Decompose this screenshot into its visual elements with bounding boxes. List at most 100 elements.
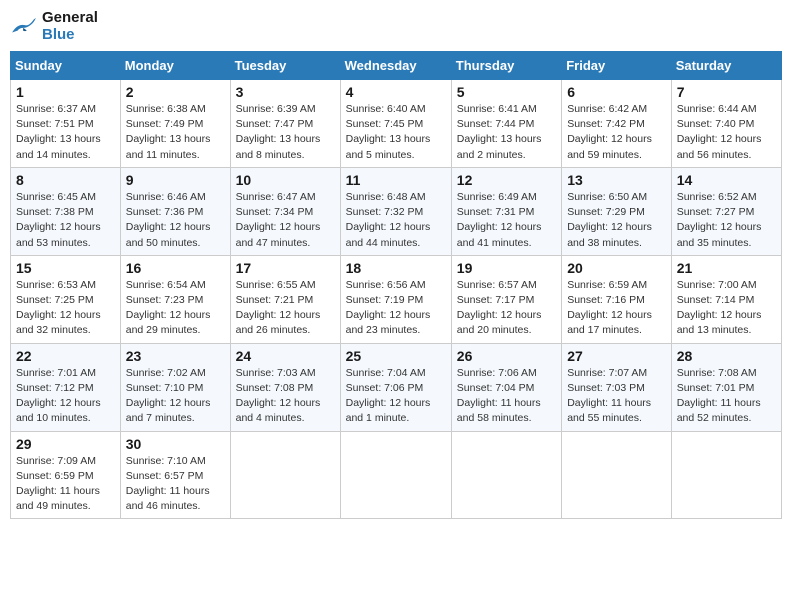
calendar-cell: 11 Sunrise: 6:48 AM Sunset: 7:32 PM Dayl… bbox=[340, 167, 451, 255]
sunset-time: Sunset: 7:19 PM bbox=[346, 294, 424, 306]
sunset-time: Sunset: 7:29 PM bbox=[567, 206, 645, 218]
daylight-hours: Daylight: 12 hours and 38 minutes. bbox=[567, 221, 652, 248]
day-info: Sunrise: 7:02 AM Sunset: 7:10 PM Dayligh… bbox=[126, 366, 225, 427]
daylight-hours: Daylight: 12 hours and 29 minutes. bbox=[126, 309, 211, 336]
calendar-cell: 24 Sunrise: 7:03 AM Sunset: 7:08 PM Dayl… bbox=[230, 343, 340, 431]
daylight-hours: Daylight: 12 hours and 17 minutes. bbox=[567, 309, 652, 336]
page-header: General Blue bbox=[10, 10, 782, 43]
sunset-time: Sunset: 7:27 PM bbox=[677, 206, 755, 218]
day-info: Sunrise: 6:52 AM Sunset: 7:27 PM Dayligh… bbox=[677, 190, 776, 251]
day-number: 26 bbox=[457, 348, 556, 364]
sunset-time: Sunset: 7:23 PM bbox=[126, 294, 204, 306]
sunrise-time: Sunrise: 6:39 AM bbox=[236, 103, 316, 115]
day-number: 17 bbox=[236, 260, 335, 276]
sunrise-time: Sunrise: 6:52 AM bbox=[677, 191, 757, 203]
sunrise-time: Sunrise: 7:09 AM bbox=[16, 455, 96, 467]
daylight-hours: Daylight: 12 hours and 44 minutes. bbox=[346, 221, 431, 248]
daylight-hours: Daylight: 11 hours and 55 minutes. bbox=[567, 397, 651, 424]
day-info: Sunrise: 6:48 AM Sunset: 7:32 PM Dayligh… bbox=[346, 190, 446, 251]
calendar-cell bbox=[562, 431, 672, 519]
calendar-cell: 19 Sunrise: 6:57 AM Sunset: 7:17 PM Dayl… bbox=[451, 255, 561, 343]
sunrise-time: Sunrise: 6:57 AM bbox=[457, 279, 537, 291]
day-info: Sunrise: 7:10 AM Sunset: 6:57 PM Dayligh… bbox=[126, 454, 225, 515]
day-info: Sunrise: 6:37 AM Sunset: 7:51 PM Dayligh… bbox=[16, 102, 115, 163]
sunrise-time: Sunrise: 6:42 AM bbox=[567, 103, 647, 115]
day-info: Sunrise: 7:07 AM Sunset: 7:03 PM Dayligh… bbox=[567, 366, 666, 427]
day-info: Sunrise: 7:06 AM Sunset: 7:04 PM Dayligh… bbox=[457, 366, 556, 427]
daylight-hours: Daylight: 12 hours and 26 minutes. bbox=[236, 309, 321, 336]
day-number: 2 bbox=[126, 84, 225, 100]
sunrise-time: Sunrise: 6:44 AM bbox=[677, 103, 757, 115]
day-info: Sunrise: 7:03 AM Sunset: 7:08 PM Dayligh… bbox=[236, 366, 335, 427]
calendar-table: SundayMondayTuesdayWednesdayThursdayFrid… bbox=[10, 51, 782, 519]
day-info: Sunrise: 7:09 AM Sunset: 6:59 PM Dayligh… bbox=[16, 454, 115, 515]
calendar-week-3: 15 Sunrise: 6:53 AM Sunset: 7:25 PM Dayl… bbox=[11, 255, 782, 343]
calendar-cell: 14 Sunrise: 6:52 AM Sunset: 7:27 PM Dayl… bbox=[671, 167, 781, 255]
day-info: Sunrise: 6:53 AM Sunset: 7:25 PM Dayligh… bbox=[16, 278, 115, 339]
calendar-cell: 3 Sunrise: 6:39 AM Sunset: 7:47 PM Dayli… bbox=[230, 80, 340, 168]
day-number: 25 bbox=[346, 348, 446, 364]
day-info: Sunrise: 6:45 AM Sunset: 7:38 PM Dayligh… bbox=[16, 190, 115, 251]
sunset-time: Sunset: 7:42 PM bbox=[567, 118, 645, 130]
day-number: 7 bbox=[677, 84, 776, 100]
day-number: 15 bbox=[16, 260, 115, 276]
daylight-hours: Daylight: 12 hours and 7 minutes. bbox=[126, 397, 211, 424]
daylight-hours: Daylight: 13 hours and 14 minutes. bbox=[16, 133, 101, 160]
sunrise-time: Sunrise: 7:00 AM bbox=[677, 279, 757, 291]
daylight-hours: Daylight: 12 hours and 41 minutes. bbox=[457, 221, 542, 248]
sunrise-time: Sunrise: 6:48 AM bbox=[346, 191, 426, 203]
day-info: Sunrise: 6:38 AM Sunset: 7:49 PM Dayligh… bbox=[126, 102, 225, 163]
sunrise-time: Sunrise: 6:40 AM bbox=[346, 103, 426, 115]
sunrise-time: Sunrise: 6:53 AM bbox=[16, 279, 96, 291]
logo-icon bbox=[10, 16, 38, 38]
sunset-time: Sunset: 7:08 PM bbox=[236, 382, 314, 394]
day-info: Sunrise: 7:04 AM Sunset: 7:06 PM Dayligh… bbox=[346, 366, 446, 427]
calendar-cell: 5 Sunrise: 6:41 AM Sunset: 7:44 PM Dayli… bbox=[451, 80, 561, 168]
sunset-time: Sunset: 7:38 PM bbox=[16, 206, 94, 218]
calendar-header-row: SundayMondayTuesdayWednesdayThursdayFrid… bbox=[11, 52, 782, 80]
calendar-week-5: 29 Sunrise: 7:09 AM Sunset: 6:59 PM Dayl… bbox=[11, 431, 782, 519]
sunrise-time: Sunrise: 7:06 AM bbox=[457, 367, 537, 379]
daylight-hours: Daylight: 12 hours and 59 minutes. bbox=[567, 133, 652, 160]
sunset-time: Sunset: 7:06 PM bbox=[346, 382, 424, 394]
daylight-hours: Daylight: 12 hours and 10 minutes. bbox=[16, 397, 101, 424]
day-number: 12 bbox=[457, 172, 556, 188]
sunset-time: Sunset: 7:40 PM bbox=[677, 118, 755, 130]
day-number: 19 bbox=[457, 260, 556, 276]
day-info: Sunrise: 6:47 AM Sunset: 7:34 PM Dayligh… bbox=[236, 190, 335, 251]
sunset-time: Sunset: 7:21 PM bbox=[236, 294, 314, 306]
day-number: 27 bbox=[567, 348, 666, 364]
logo-text: General Blue bbox=[42, 10, 98, 43]
sunset-time: Sunset: 7:10 PM bbox=[126, 382, 204, 394]
column-header-thursday: Thursday bbox=[451, 52, 561, 80]
sunrise-time: Sunrise: 6:54 AM bbox=[126, 279, 206, 291]
daylight-hours: Daylight: 12 hours and 20 minutes. bbox=[457, 309, 542, 336]
day-number: 29 bbox=[16, 436, 115, 452]
day-info: Sunrise: 6:50 AM Sunset: 7:29 PM Dayligh… bbox=[567, 190, 666, 251]
day-number: 8 bbox=[16, 172, 115, 188]
sunrise-time: Sunrise: 6:55 AM bbox=[236, 279, 316, 291]
calendar-cell: 23 Sunrise: 7:02 AM Sunset: 7:10 PM Dayl… bbox=[120, 343, 230, 431]
sunrise-time: Sunrise: 7:02 AM bbox=[126, 367, 206, 379]
daylight-hours: Daylight: 13 hours and 2 minutes. bbox=[457, 133, 542, 160]
sunrise-time: Sunrise: 6:37 AM bbox=[16, 103, 96, 115]
day-info: Sunrise: 6:54 AM Sunset: 7:23 PM Dayligh… bbox=[126, 278, 225, 339]
sunset-time: Sunset: 7:12 PM bbox=[16, 382, 94, 394]
column-header-sunday: Sunday bbox=[11, 52, 121, 80]
sunset-time: Sunset: 7:36 PM bbox=[126, 206, 204, 218]
calendar-cell: 17 Sunrise: 6:55 AM Sunset: 7:21 PM Dayl… bbox=[230, 255, 340, 343]
day-number: 18 bbox=[346, 260, 446, 276]
day-number: 22 bbox=[16, 348, 115, 364]
sunrise-time: Sunrise: 6:38 AM bbox=[126, 103, 206, 115]
sunset-time: Sunset: 7:32 PM bbox=[346, 206, 424, 218]
sunset-time: Sunset: 7:31 PM bbox=[457, 206, 535, 218]
day-number: 3 bbox=[236, 84, 335, 100]
daylight-hours: Daylight: 11 hours and 49 minutes. bbox=[16, 485, 100, 512]
sunset-time: Sunset: 6:59 PM bbox=[16, 470, 94, 482]
daylight-hours: Daylight: 12 hours and 47 minutes. bbox=[236, 221, 321, 248]
daylight-hours: Daylight: 12 hours and 23 minutes. bbox=[346, 309, 431, 336]
sunrise-time: Sunrise: 6:59 AM bbox=[567, 279, 647, 291]
daylight-hours: Daylight: 11 hours and 52 minutes. bbox=[677, 397, 761, 424]
day-number: 14 bbox=[677, 172, 776, 188]
day-number: 10 bbox=[236, 172, 335, 188]
